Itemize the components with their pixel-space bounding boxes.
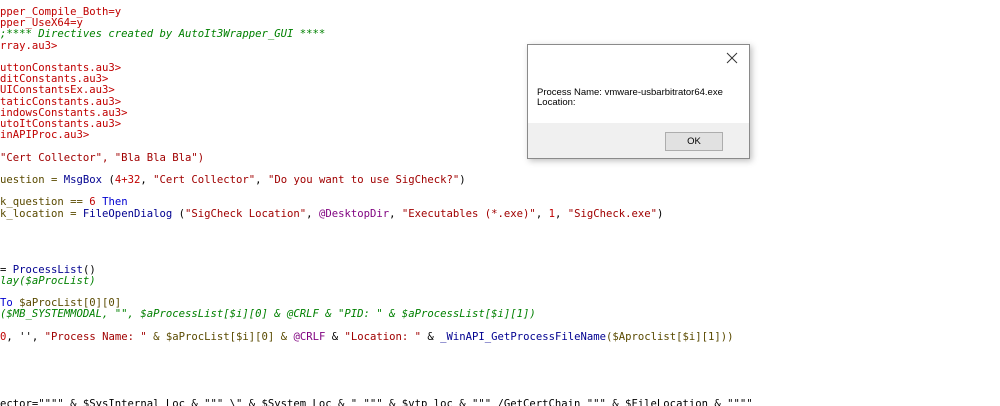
code-token: "Do you want to use SigCheck?" [267,174,460,186]
code-token: "Cert Collector" [153,174,256,186]
code-token: "Cert Collector", "Bla Bla Bla") [0,151,205,164]
code-token: "Location: " [344,330,422,343]
code-line: indowsConstants.au3> [0,107,128,119]
code-token: indowsConstants.au3> [0,106,128,119]
code-token: ( [172,207,185,220]
code-token: rray.au3> [0,39,58,52]
code-token: ) [459,174,466,186]
code-token: ( [102,174,115,186]
code-line: lay($aProcList) [0,275,96,287]
code-token: & [325,330,345,343]
code-line: taticConstants.au3> [0,96,121,108]
code-token: , [140,174,154,186]
code-token: = [0,263,13,276]
code-line: ($MB_SYSTEMMODAL, "", $aProcessList[$i][… [0,308,536,320]
code-token: FileOpenDialog [82,207,173,220]
code-token: _WinAPI_GetProcessFileName [440,330,606,343]
code-token: pper_Compile_Both=y [0,6,122,18]
code-token: inAPIProc.au3> [0,129,90,142]
code-token: MsgBox [63,174,103,186]
code-line: utoItConstants.au3> [0,118,121,130]
code-line: inAPIProc.au3> [0,129,89,141]
code-token: , [554,207,568,220]
code-line: pper_UseX64=y [0,17,83,29]
code-token: k_question == [0,196,90,209]
code-line: "Cert Collector", "Bla Bla Bla") [0,152,204,164]
code-token: "Executables (*.exe)" [401,207,536,220]
code-token: ($MB_SYSTEMMODAL, "", $aProcessList[$i][… [0,308,536,321]
ok-button[interactable]: OK [665,132,723,151]
code-token: utoItConstants.au3> [0,118,122,130]
code-token: ProcessList [12,263,83,276]
close-icon[interactable] [723,49,741,67]
code-token: lay($aProcList) [0,274,96,287]
code-line: pper_Compile_Both=y [0,6,121,18]
code-line: ector="""" & $SysInternal Loc & """ \" &… [0,398,753,406]
code-token: ;**** Directives created by AutoIt3Wrapp… [0,28,326,41]
code-line: k_location = FileOpenDialog ("SigCheck L… [0,208,663,220]
code-line: ;**** Directives created by AutoIt3Wrapp… [0,28,325,40]
code-token: "SigCheck Location" [184,207,307,220]
code-token: @DesktopDir [318,207,390,220]
code-line: UIConstantsEx.au3> [0,84,115,96]
code-token: k_location = [0,207,83,220]
code-token: ) [657,207,664,220]
code-token: 4+32 [114,174,141,186]
message-box-dialog: Process Name: vmware-usbarbitrator64.exe… [527,44,750,159]
location-text: Location: [537,97,576,108]
code-token: , [306,207,319,220]
code-token: ector="""" & $SysInternal Loc & """ \" &… [0,398,753,406]
code-line: uttonConstants.au3> [0,62,121,74]
code-token: , [255,174,268,186]
code-token: taticConstants.au3> [0,95,122,108]
code-token: pper_UseX64=y [0,17,83,30]
code-line: = ProcessList() [0,264,96,276]
code-token: uttonConstants.au3> [0,62,122,74]
code-editor[interactable]: pper_Compile_Both=y pper_UseX64=y ;**** Di… [0,0,1000,406]
code-line: To $aProcList[0][0] [0,297,121,309]
code-token: ($Aproclist[$i][1])) [605,330,734,343]
code-token: "SigCheck.exe" [567,207,658,220]
code-line: 0, '', "Process Name: " & $aProcList[$i]… [0,331,734,343]
code-token: UIConstantsEx.au3> [0,84,115,97]
code-token: , '', [6,330,45,343]
code-token: () [82,263,96,276]
code-token: @CRLF [293,330,326,343]
code-line: uestion = MsgBox (4+32, "Cert Collector"… [0,174,466,186]
code-token: $aProcList[0][0] [19,297,122,310]
code-token: & [421,330,441,343]
code-token: ditConstants.au3> [0,73,109,86]
code-token: uestion = [0,174,64,186]
code-token: , [535,207,549,220]
code-token: "Process Name: " [44,330,147,343]
code-token: , [389,207,402,220]
code-token: Then [95,196,128,209]
code-token: To [0,297,20,310]
code-token: & $aProcList[$i][0] & [146,330,294,343]
code-line: rray.au3> [0,40,57,52]
dialog-content-area [528,45,749,123]
code-line: ditConstants.au3> [0,73,108,85]
code-line: k_question == 6 Then [0,196,128,208]
